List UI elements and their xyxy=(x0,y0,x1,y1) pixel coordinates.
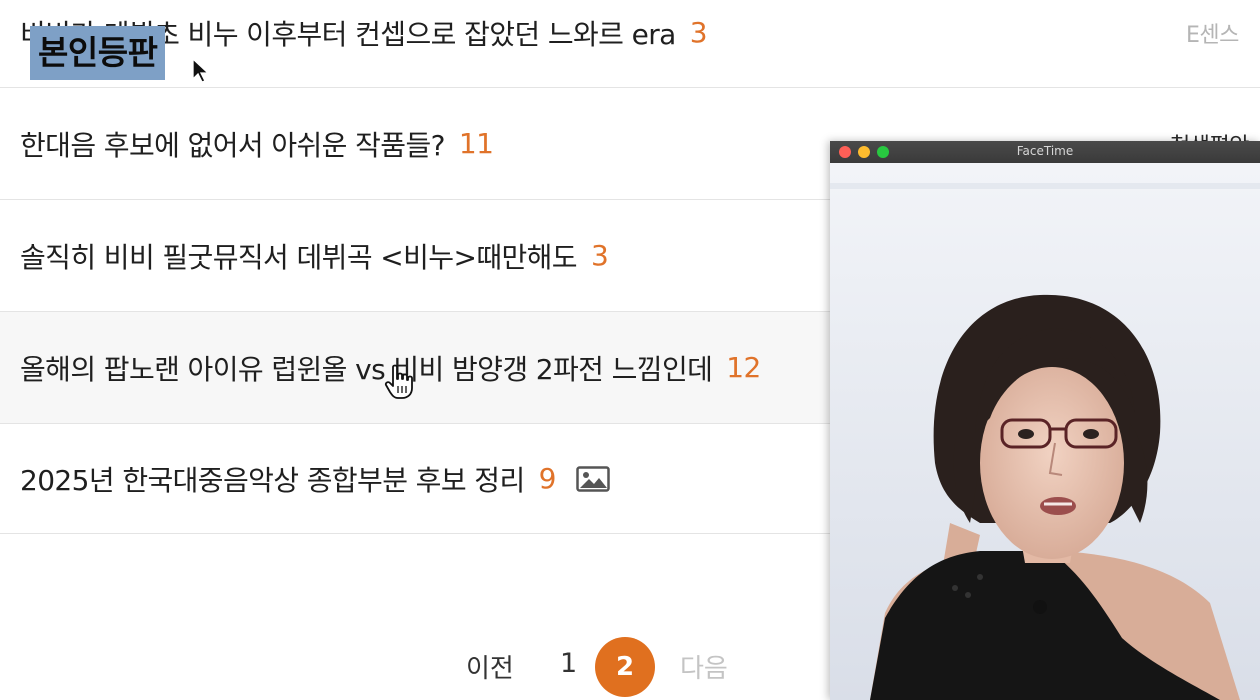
comment-count: 11 xyxy=(458,127,494,160)
comment-count: 9 xyxy=(538,462,557,495)
facetime-video-feed xyxy=(830,163,1260,700)
facetime-window[interactable]: FaceTime xyxy=(830,141,1260,700)
facetime-titlebar[interactable]: FaceTime xyxy=(830,141,1260,164)
next-page-link[interactable]: 다음 xyxy=(680,648,728,685)
post-title: 2025년 한국대중음악상 종합부분 후보 정리 xyxy=(20,463,525,497)
post-title: 솔직히 비비 필굿뮤직서 데뷔곡 <비누>때만해도 xyxy=(20,240,578,274)
post-title: 한대음 후보에 없어서 아쉬운 작품들? xyxy=(20,128,445,162)
hand-cursor-icon xyxy=(384,364,413,399)
comment-count: 3 xyxy=(689,16,708,49)
page-1-link[interactable]: 1 xyxy=(560,648,577,679)
comment-count: 12 xyxy=(726,351,761,384)
caption-overlay: 본인등판 xyxy=(30,26,166,80)
post-row[interactable]: 비비가 데뷔초 비누 이후부터 컨셉으로 잡았던 느와르 era 3 E센스 xyxy=(0,0,1260,88)
prev-page-link[interactable]: 이전 xyxy=(466,648,514,685)
post-meta: E센스 xyxy=(1186,22,1239,48)
facetime-title: FaceTime xyxy=(1016,144,1074,158)
post-title-line: 솔직히 비비 필굿뮤직서 데뷔곡 <비누>때만해도 3 xyxy=(20,236,609,276)
post-title: 올해의 팝노랜 아이유 럽윈올 vs 비비 밤양갱 2파전 느낌인데 xyxy=(20,352,713,386)
arrow-cursor-icon xyxy=(192,58,210,83)
page-2-current[interactable]: 2 xyxy=(595,637,655,697)
comment-count: 3 xyxy=(590,239,609,272)
post-title-line: 한대음 후보에 없어서 아쉬운 작품들? 11 xyxy=(20,124,494,164)
post-title-line: 2025년 한국대중음악상 종합부분 후보 정리 9 xyxy=(20,459,610,499)
image-icon xyxy=(576,465,610,492)
